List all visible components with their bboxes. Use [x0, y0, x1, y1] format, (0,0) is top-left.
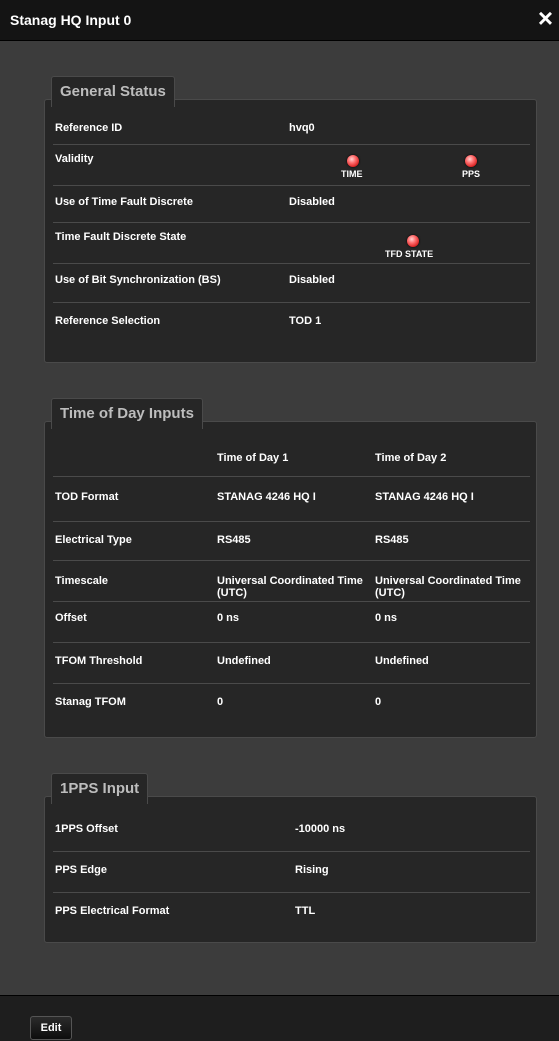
row-pps-edge: PPS Edge Rising [53, 852, 530, 893]
pps-input-panel: 1PPS Input 1PPS Offset -10000 ns PPS Edg… [44, 773, 537, 943]
row-reference-selection: Reference Selection TOD 1 [53, 303, 530, 339]
pps-led-indicator [463, 155, 479, 167]
row-label: PPS Edge [55, 864, 107, 876]
row-value: 0 ns [217, 612, 240, 624]
row-label: Reference ID [55, 122, 123, 134]
row-bit-sync: Use of Bit Synchronization (BS) Disabled [53, 264, 530, 303]
row-value: Undefined [217, 655, 271, 667]
row-timescale: Timescale Universal Coordinated Time (UT… [53, 561, 530, 602]
close-icon[interactable]: × [538, 4, 553, 32]
row-value: 0 [375, 696, 382, 708]
row-value: RS485 [217, 534, 251, 546]
row-electrical-type: Electrical Type RS485 RS485 [53, 522, 530, 561]
row-value: STANAG 4246 HQ I [375, 491, 474, 503]
row-label: Use of Time Fault Discrete [55, 196, 193, 208]
dialog-footer: Edit [0, 995, 559, 1041]
row-value: Universal Coordinated Time (UTC) [375, 575, 521, 599]
row-label: Time Fault Discrete State [55, 231, 187, 243]
row-value: hvq0 [289, 122, 315, 134]
row-label: Timescale [55, 575, 109, 587]
row-value: TTL [295, 905, 316, 917]
row-label: Validity [55, 153, 94, 165]
led-caption: TFD STATE [385, 249, 434, 259]
row-value: Disabled [289, 274, 335, 286]
row-value: Disabled [289, 196, 335, 208]
row-value: 0 ns [375, 612, 398, 624]
row-label: Stanag TFOM [55, 696, 126, 708]
row-tfom-threshold: TFOM Threshold Undefined Undefined [53, 643, 530, 684]
row-value: STANAG 4246 HQ I [217, 491, 316, 503]
row-label: Use of Bit Synchronization (BS) [55, 274, 221, 286]
dialog-body: General Status Reference ID hvq0 Validit… [0, 41, 559, 995]
tod-header-row: Time of Day 1 Time of Day 2 [53, 436, 530, 477]
status-led-icon [465, 155, 477, 167]
dialog-titlebar: Stanag HQ Input 0 × [0, 0, 559, 41]
tod-inputs-panel: Time of Day Inputs Time of Day 1 Time of… [44, 398, 537, 738]
row-1pps-offset: 1PPS Offset -10000 ns [53, 811, 530, 852]
row-value: 0 [217, 696, 224, 708]
row-label: Electrical Type [55, 534, 132, 546]
led-caption: TIME [341, 169, 363, 179]
column-header: Time of Day 2 [375, 452, 447, 464]
time-led-indicator [345, 155, 361, 167]
led-caption: PPS [462, 169, 481, 179]
row-reference-id: Reference ID hvq0 [53, 114, 530, 145]
row-value: TOD 1 [289, 315, 322, 327]
row-value: Universal Coordinated Time (UTC) [217, 575, 363, 599]
general-status-legend: General Status [51, 76, 175, 107]
tod-inputs-legend: Time of Day Inputs [51, 398, 203, 429]
row-offset: Offset 0 ns 0 ns [53, 602, 530, 643]
row-value: -10000 ns [295, 823, 346, 835]
row-stanag-tfom: Stanag TFOM 0 0 [53, 684, 530, 724]
general-status-panel: General Status Reference ID hvq0 Validit… [44, 76, 537, 363]
stanag-input-dialog: Stanag HQ Input 0 × General Status Refer… [0, 0, 559, 1041]
edit-button[interactable]: Edit [30, 1016, 72, 1040]
row-value: Undefined [375, 655, 429, 667]
row-time-fault-discrete: Use of Time Fault Discrete Disabled [53, 186, 530, 223]
row-label: 1PPS Offset [55, 823, 118, 835]
status-led-icon [347, 155, 359, 167]
pps-input-legend: 1PPS Input [51, 773, 149, 804]
row-pps-electrical-format: PPS Electrical Format TTL [53, 893, 530, 933]
row-value: RS485 [375, 534, 409, 546]
row-label: Reference Selection [55, 315, 161, 327]
row-value: Rising [295, 864, 329, 876]
row-label: PPS Electrical Format [55, 905, 170, 917]
dialog-title: Stanag HQ Input 0 [10, 12, 132, 28]
row-tfd-state: Time Fault Discrete State TFD STATE [53, 223, 530, 264]
tfd-led-indicator [405, 235, 421, 247]
row-label: Offset [55, 612, 87, 624]
column-header: Time of Day 1 [217, 452, 289, 464]
row-label: TFOM Threshold [55, 655, 143, 667]
row-validity: Validity TIME PPS [53, 145, 530, 186]
row-label: TOD Format [55, 491, 119, 503]
status-led-icon [407, 235, 419, 247]
row-tod-format: TOD Format STANAG 4246 HQ I STANAG 4246 … [53, 477, 530, 522]
